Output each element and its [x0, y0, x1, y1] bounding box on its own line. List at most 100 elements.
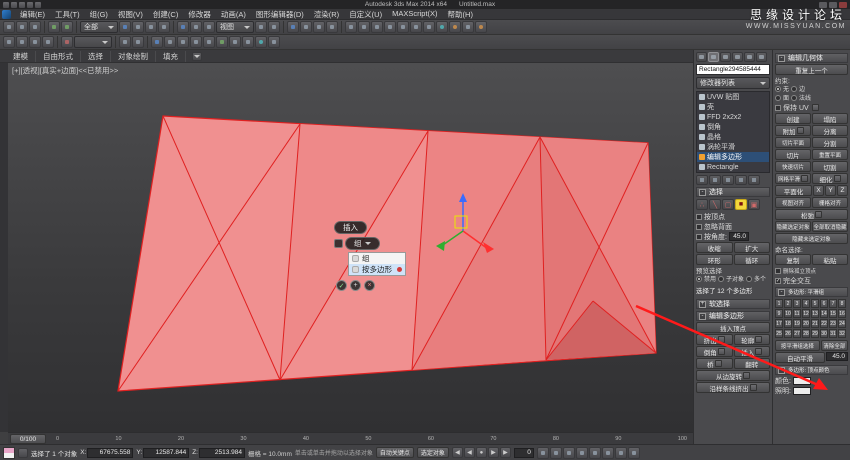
constraint-normal-radio[interactable] — [791, 94, 798, 101]
reference-coordinate-dropdown[interactable]: 视图 — [216, 21, 254, 33]
ribbon-tab[interactable]: 对象绘制 — [111, 50, 156, 62]
axis-constraint-x-icon[interactable] — [3, 36, 15, 48]
illumination-color-swatch[interactable] — [792, 386, 811, 395]
isolate-selection-icon[interactable] — [119, 36, 131, 48]
modify-tab-icon[interactable] — [708, 52, 719, 62]
select-and-scale-icon[interactable] — [203, 21, 215, 33]
rectangular-selection-region-icon[interactable] — [145, 21, 157, 33]
menu-item[interactable]: 修改器 — [183, 9, 216, 20]
split-button[interactable]: 分割 — [812, 137, 848, 148]
extrude-button[interactable]: 挤出 — [696, 334, 733, 345]
grow-button[interactable]: 扩大 — [733, 242, 770, 253]
angle-snap-icon[interactable] — [300, 21, 312, 33]
smoothing-group-button[interactable]: 11 — [793, 309, 801, 318]
stack-item[interactable]: UVW 贴图 — [697, 92, 769, 102]
msmooth-button[interactable]: 网格平滑 — [775, 173, 811, 184]
inset-settings-icon[interactable] — [755, 348, 763, 355]
zoom-icon[interactable] — [536, 446, 549, 459]
paste-button[interactable]: 粘贴 — [812, 254, 848, 265]
axis-constraint-plane-icon[interactable] — [42, 36, 54, 48]
align-icon[interactable] — [371, 21, 383, 33]
planar-y-button[interactable]: Y — [825, 185, 836, 196]
selection-lock-icon[interactable] — [18, 447, 28, 458]
constraint-edge-radio[interactable] — [791, 85, 798, 92]
stack-item[interactable]: 壳 — [697, 102, 769, 112]
menu-item[interactable]: 渲染(R) — [309, 9, 344, 20]
soft-selection-rollout-header[interactable]: 软选择 — [696, 299, 770, 309]
timeline-track[interactable]: 0/100 0 10 20 30 40 50 60 70 80 90 100 — [8, 432, 693, 444]
maximize-viewport-icon[interactable] — [627, 446, 640, 459]
ribbon-tab[interactable]: 建模 — [6, 50, 36, 62]
stack-item-selected[interactable]: 编辑多边形 — [697, 152, 769, 162]
time-slider[interactable]: 0/100 — [10, 434, 46, 444]
auto-smooth-button[interactable]: 自动平滑 — [775, 352, 825, 363]
menu-item[interactable]: 自定义(U) — [344, 9, 387, 20]
make-planar-button[interactable]: 平面化 — [775, 185, 812, 196]
caddy-mode-dropdown[interactable]: 组 — [345, 237, 380, 250]
ribbon-minimize-icon[interactable] — [192, 51, 202, 61]
smoothing-group-button[interactable]: 6 — [820, 299, 828, 308]
bind-to-spacewarp-icon[interactable] — [29, 21, 41, 33]
orbit-icon[interactable] — [614, 446, 627, 459]
delete-isolated-vertices-checkbox[interactable] — [775, 267, 781, 274]
smoothing-group-button[interactable]: 21 — [811, 319, 819, 328]
menu-item[interactable]: 帮助(H) — [443, 9, 478, 20]
full-interactivity-checkbox[interactable] — [775, 277, 781, 284]
unlink-selection-icon[interactable] — [16, 21, 28, 33]
ribbon-tab[interactable]: 自由形式 — [36, 50, 81, 62]
constraint-none-radio[interactable] — [775, 85, 781, 92]
caddy-option-group[interactable]: 组 — [349, 253, 405, 264]
preserve-uv-checkbox[interactable] — [775, 104, 781, 111]
create-new-layer-icon[interactable] — [61, 36, 73, 48]
polygon-counter-icon[interactable] — [164, 36, 176, 48]
smoothing-group-button[interactable]: 25 — [775, 329, 783, 338]
hinge-settings-icon[interactable] — [743, 372, 750, 379]
caddy-cancel-button[interactable]: × — [364, 280, 375, 291]
smoothing-group-button[interactable]: 8 — [838, 299, 846, 308]
extrude-along-spline-button[interactable]: 沿样条线挤出 — [696, 382, 770, 393]
z-field[interactable]: 2513.984 — [198, 447, 245, 458]
detach-button[interactable]: 分离 — [812, 125, 848, 136]
smoothing-group-button[interactable]: 2 — [784, 299, 792, 308]
select-and-move-icon[interactable] — [177, 21, 189, 33]
element-mode-icon[interactable] — [748, 199, 760, 210]
repeat-last-button[interactable]: 重复上一个 — [775, 64, 848, 75]
preview-multi-radio[interactable] — [746, 275, 753, 282]
mirror-icon[interactable] — [358, 21, 370, 33]
container-toolbar-icon[interactable] — [242, 36, 254, 48]
slice-button[interactable]: 切片 — [775, 149, 811, 160]
edit-geometry-rollout-header[interactable]: 编辑几何体 — [775, 53, 848, 63]
snap-toggle-icon[interactable] — [287, 21, 299, 33]
spacing-tool-icon[interactable] — [190, 36, 202, 48]
hide-unselected-button[interactable]: 隐藏未选定对象 — [775, 233, 848, 244]
zoom-extents-icon[interactable] — [562, 446, 575, 459]
selection-rollout-header[interactable]: 选择 — [696, 187, 770, 197]
menu-item[interactable]: 动画(A) — [216, 9, 251, 20]
rendered-frame-window-icon[interactable] — [462, 21, 474, 33]
menu-item[interactable]: 创建(C) — [148, 9, 183, 20]
smoothing-group-button[interactable]: 7 — [829, 299, 837, 308]
zoom-all-icon[interactable] — [549, 446, 562, 459]
field-of-view-icon[interactable] — [588, 446, 601, 459]
smoothing-group-button[interactable]: 32 — [838, 329, 846, 338]
current-time-field[interactable]: 0 — [513, 447, 534, 458]
selected-only-button[interactable]: 选定对象 — [416, 447, 449, 458]
viewport-label[interactable]: [+][透视][真实+边面]<<已禁用>> — [12, 65, 118, 76]
create-tab-icon[interactable] — [696, 52, 707, 62]
smoothing-group-button[interactable]: 30 — [820, 329, 828, 338]
pan-icon[interactable] — [601, 446, 614, 459]
vertex-mode-icon[interactable] — [696, 199, 708, 210]
smoothing-group-button[interactable]: 3 — [793, 299, 801, 308]
redo-icon[interactable] — [35, 1, 41, 8]
smoothing-group-button[interactable]: 20 — [802, 319, 810, 328]
planar-z-button[interactable]: Z — [837, 185, 848, 196]
percent-snap-icon[interactable] — [313, 21, 325, 33]
pin-stack-icon[interactable] — [696, 175, 708, 185]
axis-constraint-y-icon[interactable] — [16, 36, 28, 48]
display-tab-icon[interactable] — [744, 52, 755, 62]
ring-button[interactable]: 环形 — [696, 254, 733, 265]
bevel-settings-icon[interactable] — [717, 348, 725, 355]
object-name-field[interactable]: Rectangle294585444 — [696, 64, 770, 75]
y-field[interactable]: 12587.844 — [143, 447, 190, 458]
stack-item[interactable]: FFD 2x2x2 — [697, 112, 769, 122]
